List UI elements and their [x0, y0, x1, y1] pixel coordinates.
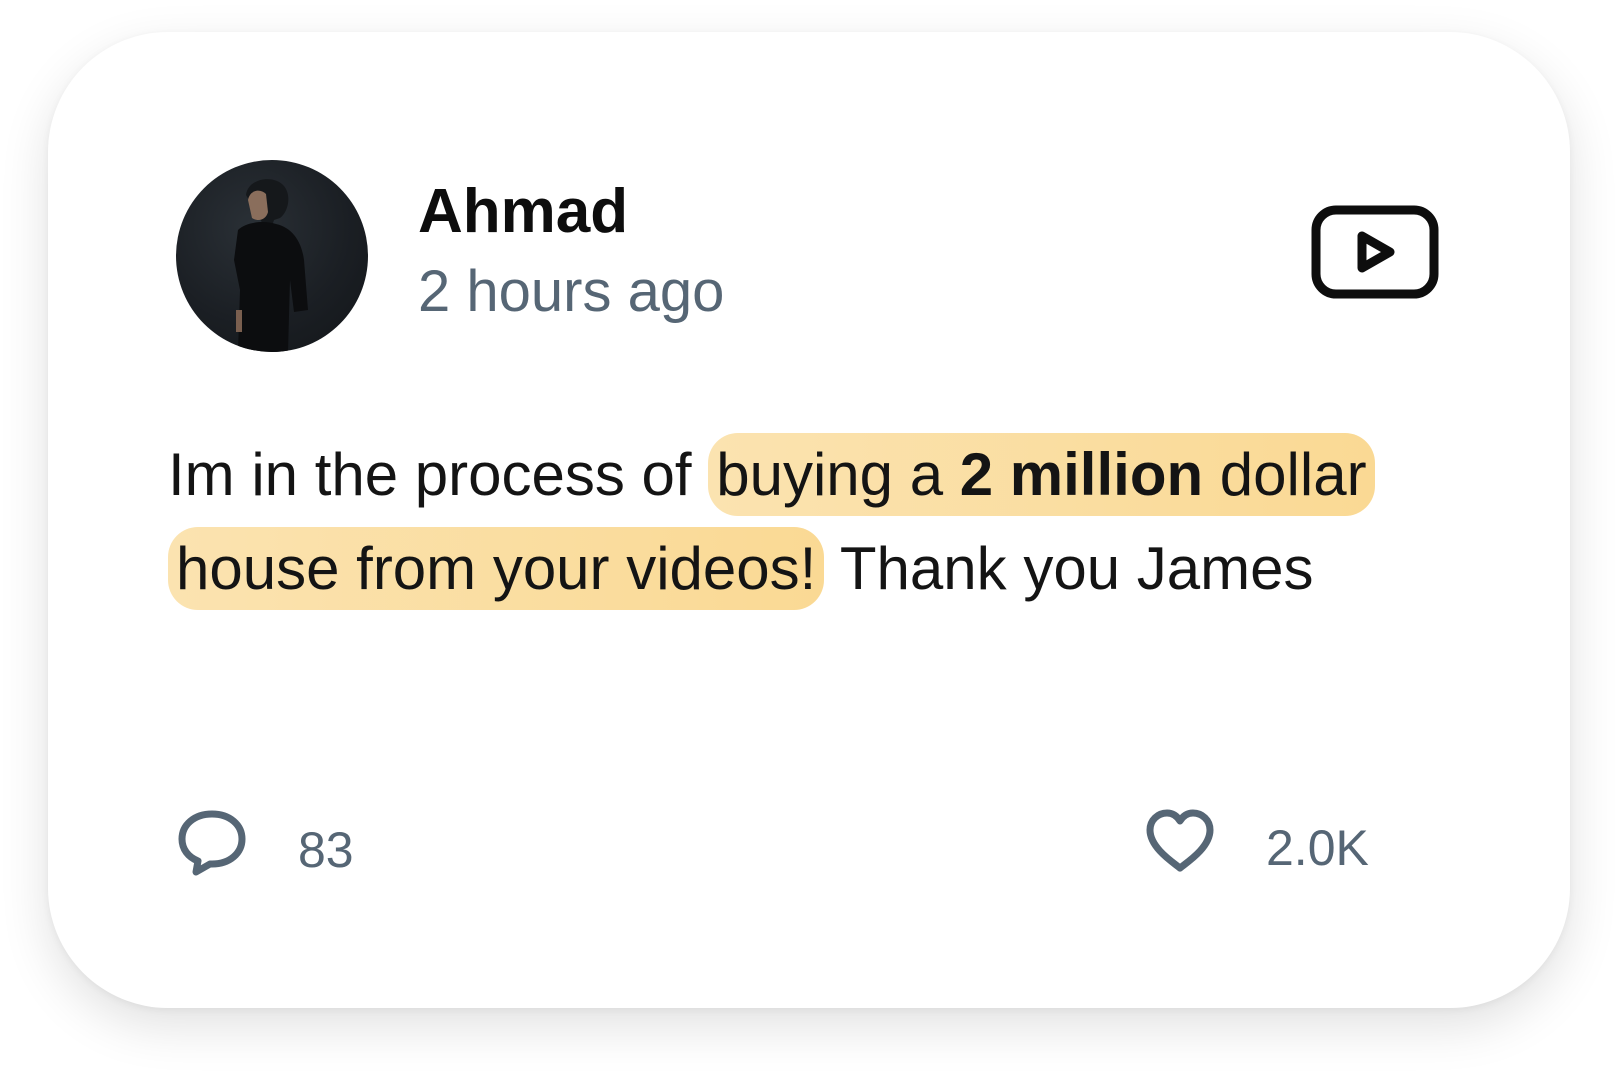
post-text-tail: Thank you James	[824, 535, 1314, 602]
highlight-text-bold: 2 million	[959, 441, 1204, 508]
comments-count: 83	[298, 821, 354, 878]
comments-button[interactable]: 83	[176, 808, 354, 891]
avatar[interactable]	[176, 160, 368, 352]
heart-icon	[1144, 808, 1216, 887]
author-name[interactable]: Ahmad	[418, 176, 628, 248]
avatar-photo	[234, 179, 308, 352]
comment-bubble-icon	[176, 808, 248, 891]
post-timestamp: 2 hours ago	[418, 259, 725, 324]
post-text-lead: Im in the process of	[168, 441, 709, 508]
highlight-text-start: buying a	[716, 441, 960, 508]
likes-count: 2.0K	[1266, 819, 1369, 876]
youtube-play-icon[interactable]	[1310, 204, 1440, 300]
post-card: Ahmad 2 hours ago Im in the process of b…	[48, 32, 1570, 1008]
like-button[interactable]: 2.0K	[1144, 808, 1369, 887]
post-text: Im in the process of buying a 2 million …	[168, 428, 1438, 616]
